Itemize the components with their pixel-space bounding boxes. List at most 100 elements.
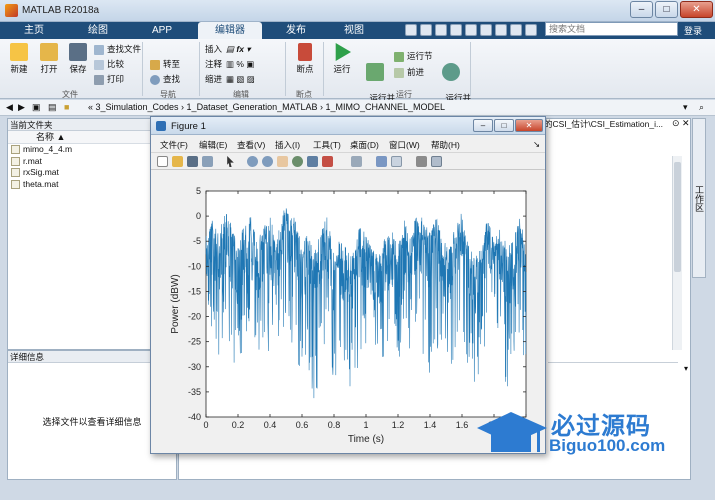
goto-label: 转至 — [163, 59, 181, 69]
y-tick-label: -25 — [188, 337, 201, 347]
forward-icon[interactable]: ▶ — [18, 102, 25, 113]
scrollbar-thumb[interactable] — [674, 162, 681, 272]
new-button[interactable]: 新建 — [4, 43, 34, 75]
search-docs-input[interactable]: 搜索文档 — [545, 22, 678, 36]
figure-minimize-button[interactable]: – — [473, 119, 493, 132]
menu-desktop[interactable]: 桌面(D) — [350, 139, 379, 151]
tab-plots[interactable]: 绘图 — [70, 22, 126, 39]
find-label: 查找 — [163, 74, 181, 84]
advance-button[interactable]: 前进 — [394, 66, 424, 78]
path-dropdown-icon[interactable]: ▾ — [683, 102, 688, 113]
menu-edit[interactable]: 编辑(E) — [199, 139, 227, 151]
indent-icons[interactable]: ▦ ▧ ▨ — [226, 73, 255, 85]
back-icon[interactable]: ◀ — [6, 102, 13, 113]
ribbon-separator — [199, 42, 200, 96]
run-label: 运行 — [333, 64, 351, 74]
tab-editor[interactable]: 编辑器 — [198, 22, 262, 39]
panel-expand-icon[interactable]: ▾ — [684, 364, 688, 373]
customize-icon[interactable] — [525, 24, 537, 36]
editor-path-crumb[interactable]: 的CSI_估计\CSI_Estimation_i... — [544, 118, 672, 130]
pan-icon[interactable] — [277, 156, 288, 167]
editor-scrollbar[interactable] — [672, 156, 682, 350]
minimize-button[interactable]: – — [630, 1, 653, 18]
menu-tools[interactable]: 工具(T) — [313, 139, 341, 151]
save-button[interactable]: 保存 — [63, 43, 93, 75]
legend-icon[interactable] — [391, 156, 402, 167]
undo-icon[interactable] — [465, 24, 477, 36]
y-tick-label: -40 — [188, 412, 201, 422]
breakpoint-icon — [298, 43, 312, 61]
find-files-button[interactable]: 查找文件 — [94, 43, 141, 55]
breakpoints-button[interactable]: 断点 — [290, 43, 320, 75]
workspace-side-tab[interactable]: 工作区 — [692, 118, 706, 278]
menu-insert[interactable]: 插入(I) — [275, 139, 300, 151]
figure-maximize-button[interactable]: □ — [494, 119, 514, 132]
find-files-label: 查找文件 — [107, 44, 142, 54]
x-tick-label: 1 — [363, 420, 368, 430]
menu-file[interactable]: 文件(F) — [160, 139, 188, 151]
x-tick-label: 0.6 — [296, 420, 309, 430]
menu-view[interactable]: 查看(V) — [237, 139, 265, 151]
maximize-button[interactable]: □ — [655, 1, 678, 18]
run-section-button[interactable]: 运行节 — [394, 50, 433, 62]
y-tick-label: -35 — [188, 387, 201, 397]
save-figure-icon[interactable] — [187, 156, 198, 167]
close-button[interactable]: ✕ — [680, 1, 713, 18]
hide-tools-icon[interactable] — [416, 156, 427, 167]
zoom-out-icon[interactable] — [262, 156, 273, 167]
print-figure-icon[interactable] — [202, 156, 213, 167]
up-folder-icon[interactable]: ▣ — [32, 102, 41, 113]
login-link[interactable]: 登录 — [684, 24, 702, 37]
figure-close-button[interactable]: ✕ — [515, 119, 543, 132]
ribbon-separator — [142, 42, 143, 96]
show-tools-icon[interactable] — [431, 156, 442, 167]
menu-dock-icon[interactable]: ↘ — [533, 139, 540, 150]
percent-icon[interactable]: ▥ % ▣ — [226, 58, 254, 70]
open-file-icon[interactable] — [172, 156, 183, 167]
switch-windows-icon[interactable] — [495, 24, 507, 36]
goto-button[interactable]: 转至 — [150, 58, 180, 70]
current-path[interactable]: « 3_Simulation_Codes › 1_Dataset_Generat… — [88, 102, 445, 112]
search-icon — [150, 74, 160, 85]
compare-button[interactable]: 比较 — [94, 58, 124, 70]
pointer-icon[interactable] — [227, 156, 234, 167]
insert-button[interactable]: 插入 — [205, 43, 222, 55]
open-button[interactable]: 打开 — [34, 43, 64, 75]
run-button[interactable]: 运行 — [328, 43, 356, 75]
m-file-icon — [11, 145, 20, 154]
brush-icon[interactable] — [322, 156, 333, 167]
tab-home[interactable]: 主页 — [6, 22, 62, 39]
menu-help[interactable]: 帮助(H) — [431, 139, 460, 151]
file-name: rxSig.mat — [23, 167, 59, 177]
save-quick-icon[interactable] — [405, 24, 417, 36]
tab-apps[interactable]: APP — [134, 22, 190, 39]
tab-view[interactable]: 视图 — [326, 22, 382, 39]
new-figure-icon[interactable] — [157, 156, 168, 167]
data-cursor-icon[interactable] — [307, 156, 318, 167]
copy-icon[interactable] — [435, 24, 447, 36]
menu-window[interactable]: 窗口(W) — [389, 139, 420, 151]
find-button[interactable]: 查找 — [150, 73, 180, 85]
tab-publish[interactable]: 发布 — [268, 22, 324, 39]
print-button[interactable]: 打印 — [94, 73, 124, 85]
collapse-icon[interactable]: ⊙ ✕ — [672, 118, 690, 129]
help-icon[interactable] — [510, 24, 522, 36]
indent-button[interactable]: 缩进 — [205, 73, 222, 85]
paste-icon[interactable] — [450, 24, 462, 36]
graduation-cap-logo-icon — [477, 412, 547, 452]
redo-icon[interactable] — [480, 24, 492, 36]
colorbar-icon[interactable] — [376, 156, 387, 167]
search-path-icon[interactable]: ⌕ — [699, 102, 704, 113]
link-plot-icon[interactable] — [351, 156, 362, 167]
zoom-in-icon[interactable] — [247, 156, 258, 167]
name-column-label: 名称 — [36, 132, 55, 142]
browse-folder-icon[interactable]: ▤ — [48, 102, 57, 113]
fx-icon[interactable]: ▤ fx ▾ — [226, 43, 251, 55]
group-label-run: 运行 — [396, 90, 412, 99]
stopwatch-icon — [442, 63, 460, 81]
save-label: 保存 — [69, 64, 87, 74]
comment-button[interactable]: 注释 — [205, 58, 222, 70]
file-name: mimo_4_4.m — [23, 144, 73, 154]
rotate-icon[interactable] — [292, 156, 303, 167]
cut-icon[interactable] — [420, 24, 432, 36]
